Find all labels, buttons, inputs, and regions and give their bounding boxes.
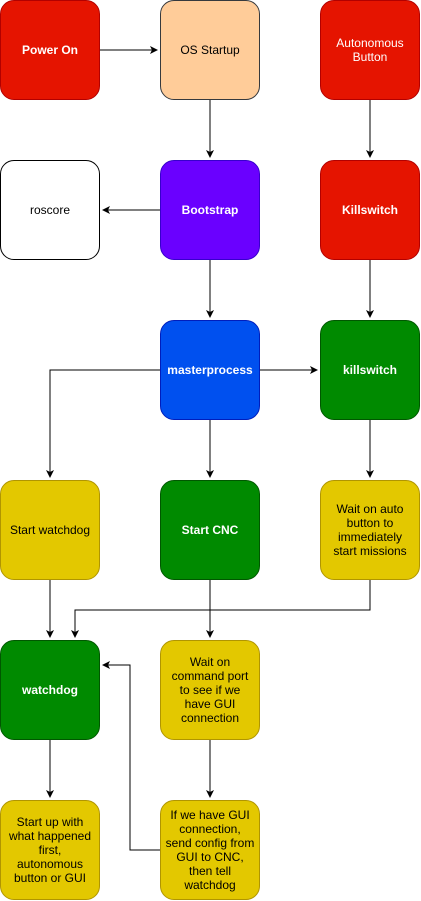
autonomous-button-label: Autonomous Button [336, 36, 404, 64]
arrow-wait-auto-to-watchdog [71, 580, 371, 638]
bootstrap-label: Bootstrap [181, 203, 239, 217]
os-startup-label: OS Startup [180, 43, 240, 57]
arrow-gui-connection-to-watchdog [102, 661, 160, 851]
autonomous-button-node: Autonomous Button [320, 0, 420, 100]
power-on-label: Power On [21, 43, 78, 57]
start-watchdog-label: Start watchdog [9, 523, 91, 537]
start-watchdog-node: Start watchdog [0, 480, 100, 580]
killswitch-process-node: killswitch [320, 320, 420, 420]
wait-auto-button-label: Wait on auto button to immediately start… [333, 502, 407, 558]
killswitch-process-label: killswitch [342, 363, 398, 377]
watchdog-label: watchdog [22, 683, 78, 697]
roscore-node: roscore [0, 160, 100, 260]
start-cnc-label: Start CNC [181, 523, 239, 537]
startup-first-label: Start up with what happened first, auton… [8, 815, 92, 885]
gui-connection-node: If we have GUI connection, send config f… [160, 800, 260, 900]
masterprocess-label: masterprocess [167, 363, 253, 377]
wait-auto-button-node: Wait on auto button to immediately start… [320, 480, 420, 580]
bootstrap-node: Bootstrap [160, 160, 260, 260]
wait-command-port-label: Wait on command port to see if we have G… [171, 655, 249, 725]
wait-command-port-node: Wait on command port to see if we have G… [160, 640, 260, 740]
roscore-label: roscore [29, 203, 70, 217]
killswitch-hardware-node: Killswitch [320, 160, 420, 260]
gui-connection-label: If we have GUI connection, send config f… [165, 808, 255, 892]
killswitch-hardware-label: Killswitch [341, 203, 398, 217]
power-on-node: Power On [0, 0, 100, 100]
flowchart-connectors [46, 46, 374, 851]
arrow-masterprocess-to-start-watchdog [46, 369, 160, 478]
masterprocess-node: masterprocess [160, 320, 260, 420]
start-cnc-node: Start CNC [160, 480, 260, 580]
startup-first-node: Start up with what happened first, auton… [0, 800, 100, 900]
os-startup-node: OS Startup [160, 0, 260, 100]
watchdog-node: watchdog [0, 640, 100, 740]
